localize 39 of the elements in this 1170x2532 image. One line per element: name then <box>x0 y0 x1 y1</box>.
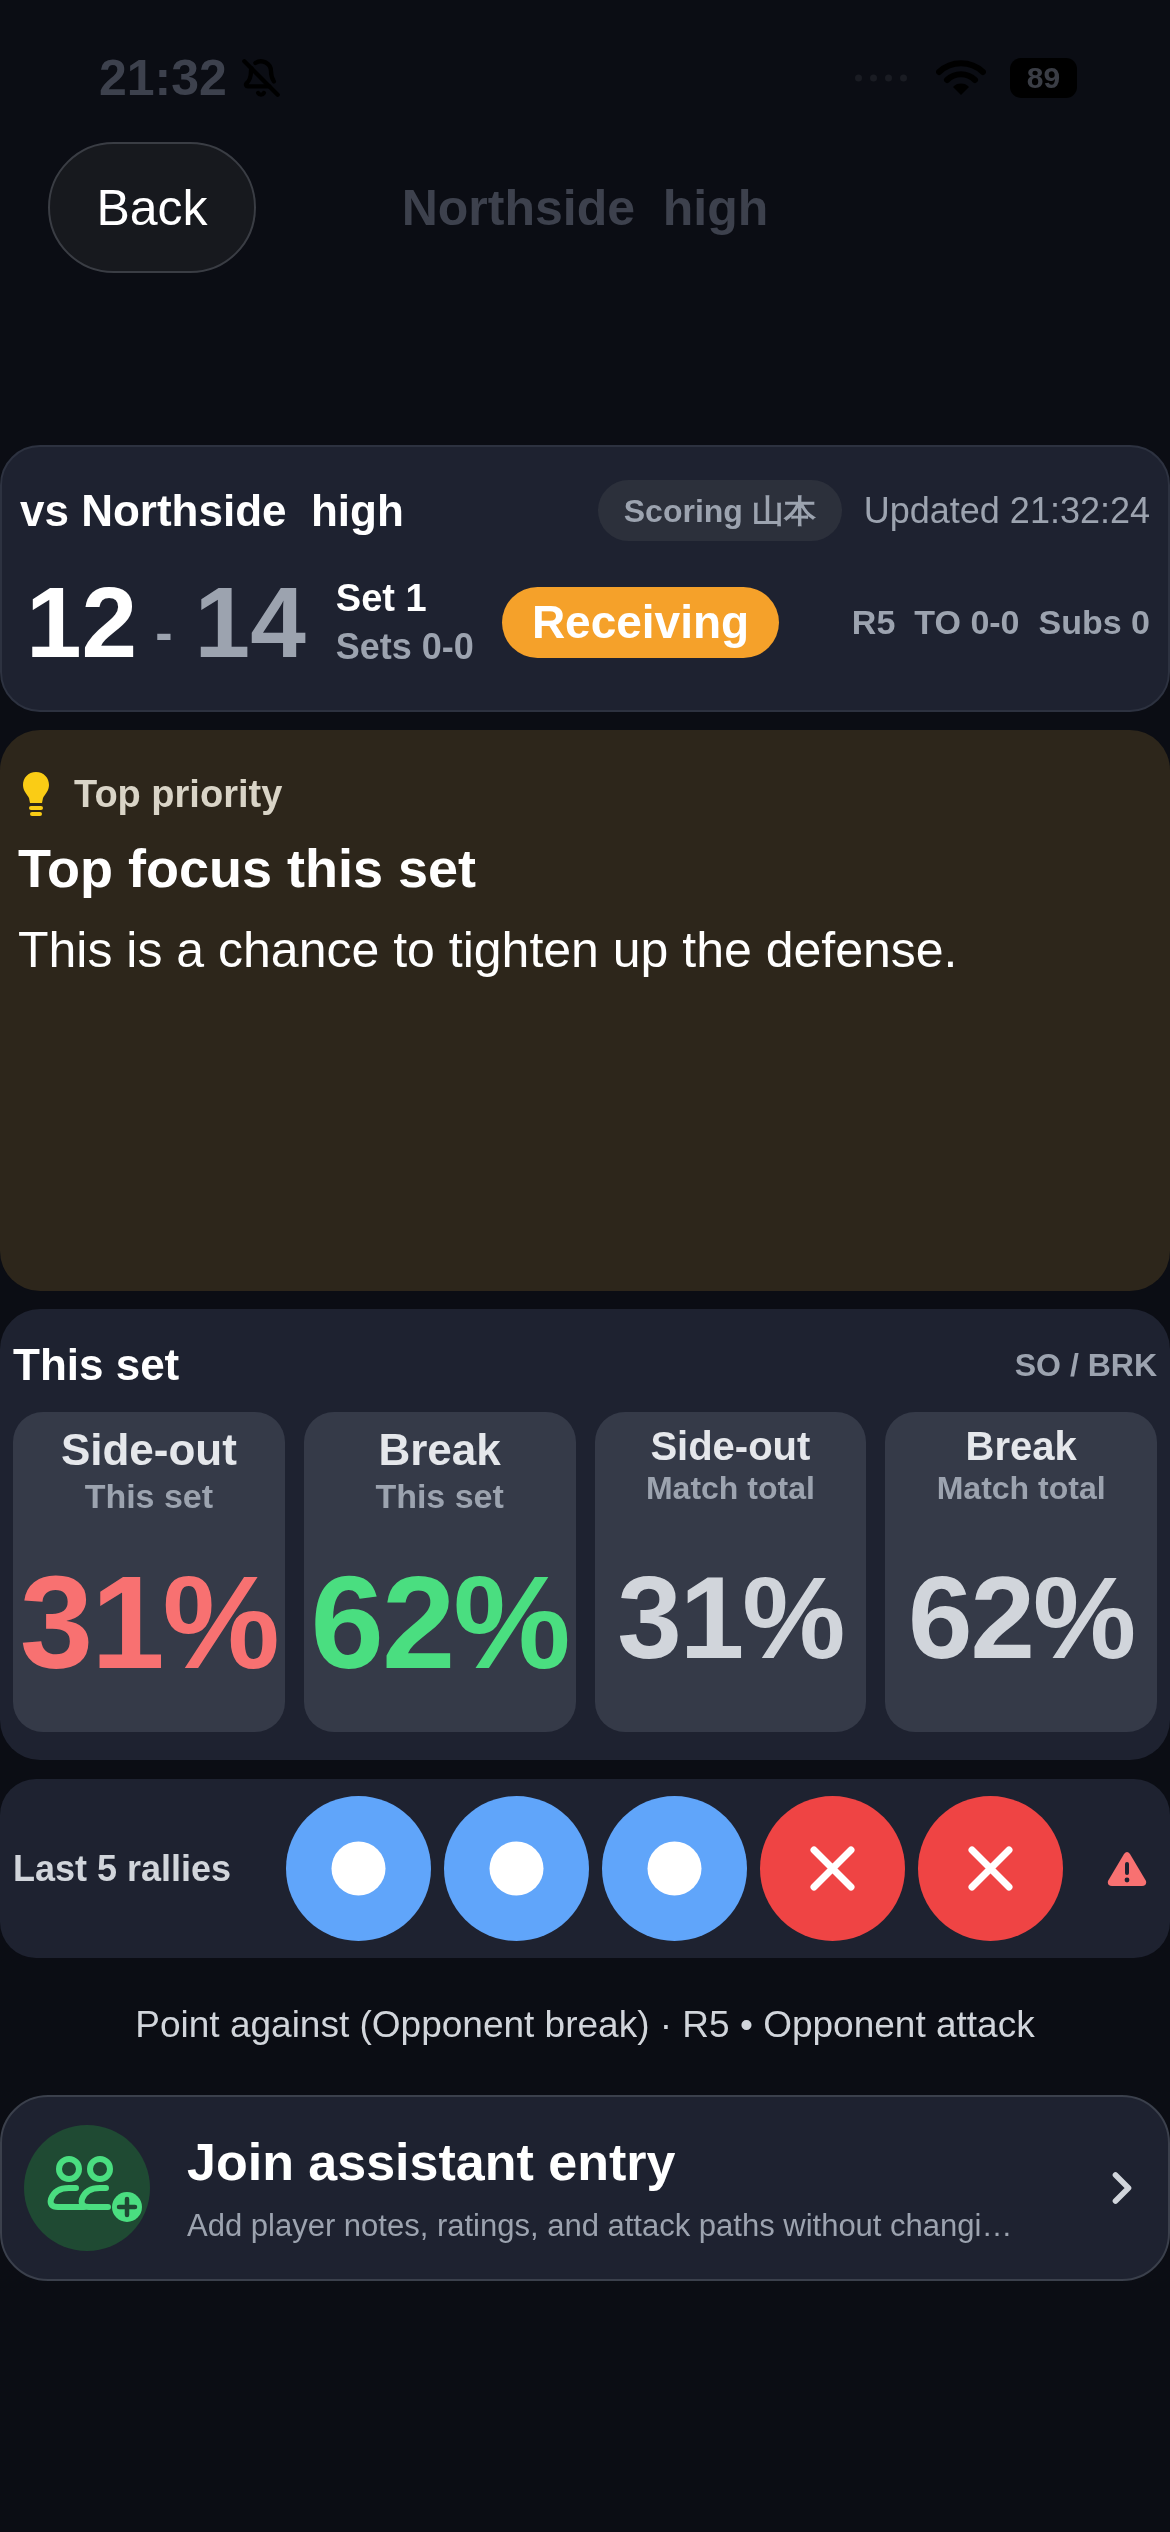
sets-score: Sets 0-0 <box>335 629 474 665</box>
stat-title: Break <box>965 1426 1077 1466</box>
score-separator: - <box>155 602 173 658</box>
priority-text: This is a chance to tighten up the defense. <box>18 925 959 975</box>
stat-title: Side-out <box>650 1426 811 1466</box>
phase-badge: Receiving <box>501 586 780 658</box>
stat-subtitle: Match total <box>936 1472 1106 1504</box>
stat-value: 31% <box>617 1560 844 1676</box>
match-detail: TO 0-0 <box>914 605 1020 639</box>
stat-value: 31% <box>19 1556 278 1689</box>
status-time: 21:32 <box>99 53 227 103</box>
match-detail: R5 <box>851 605 896 639</box>
back-button[interactable]: Back <box>48 142 256 273</box>
set-number: Set 1 <box>335 579 428 617</box>
match-detail: Subs 0 <box>1038 605 1150 639</box>
last-rally-text: Point against (Opponent break) · R5 • Opponent attack <box>135 2006 1035 2043</box>
warning-icon <box>1107 1850 1148 1887</box>
stat-subtitle: Match total <box>645 1472 815 1504</box>
page-title: Northside high <box>401 182 769 233</box>
priority-label: Top priority <box>74 775 283 813</box>
stat-subtitle: This set <box>84 1479 214 1513</box>
stat-value: 62% <box>908 1560 1135 1676</box>
assistant-entry-subtitle: Add player notes, ratings, and attack paths without changi… <box>187 2209 1013 2241</box>
stat-title: Side-out <box>60 1428 237 1472</box>
people-plus-icon <box>24 2125 150 2251</box>
stat-subtitle: This set <box>375 1479 504 1513</box>
home-score: 12 <box>26 572 138 672</box>
stat-value: 62% <box>310 1556 569 1689</box>
updated-time: Updated 21:32:24 <box>863 492 1150 529</box>
rallies-label: Last 5 rallies <box>13 1850 232 1887</box>
stats-title: This set <box>13 1343 180 1387</box>
battery-indicator: 89 <box>1010 58 1077 98</box>
lightbulb-icon <box>22 771 50 817</box>
assistant-entry-card[interactable]: Join assistant entry Add player notes, ratings, and attack paths without changi… <box>0 2095 1170 2281</box>
stats-legend: SO / BRK <box>1014 1349 1157 1381</box>
stat-title: Break <box>378 1428 501 1472</box>
scorer-badge: Scoring 山本 <box>597 480 842 541</box>
opponent-name: vs Northside high <box>20 488 404 533</box>
away-score: 14 <box>194 572 306 672</box>
